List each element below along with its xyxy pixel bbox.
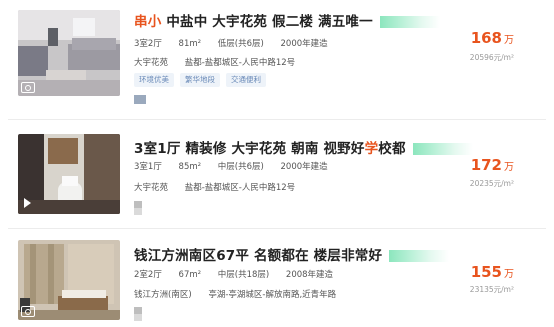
community-link[interactable]: 大宇花苑 xyxy=(134,56,168,68)
build-year: 2008年建造 xyxy=(285,270,334,280)
build-year: 2000年建造 xyxy=(280,39,328,49)
price-value: 155 xyxy=(470,263,502,281)
tag: 交通便利 xyxy=(226,73,266,87)
title-highlight: 学 xyxy=(364,141,379,157)
address-text: 亭湖-亭湖城区-解放南路,近青年路 xyxy=(208,290,337,300)
redacted-block xyxy=(134,201,142,215)
total-price: 155 万 xyxy=(471,262,514,281)
community-link[interactable]: 大宇花苑 xyxy=(134,181,168,193)
tag: 环境优美 xyxy=(134,73,174,87)
listing-location: 大宇花苑 盐都-盐都城区-人民中路12号 xyxy=(134,56,295,68)
floor-level: 低层(共6层) xyxy=(217,39,264,49)
listing-specs: 3室2厅 81m² 低层(共6层) 2000年建造 xyxy=(134,37,328,49)
photo-gallery-icon xyxy=(21,82,35,93)
room-layout: 2室2厅 xyxy=(134,270,162,280)
listing-title[interactable]: 钱江方洲南区67平 名额都在 楼层非常好 xyxy=(134,244,450,264)
title-highlight: 串小 xyxy=(134,14,162,30)
unit-price: 20235元/m² xyxy=(469,179,514,188)
divider xyxy=(8,228,546,229)
divider xyxy=(8,119,546,120)
listing-specs: 3室1厅 85m² 中层(共6层) 2000年建造 xyxy=(134,160,328,172)
floor-level: 中层(共6层) xyxy=(217,162,264,172)
title-text: 中盐中 大宇花苑 假二楼 满五唯一 xyxy=(166,14,373,30)
listing-title[interactable]: 串小 中盐中 大宇花苑 假二楼 满五唯一 xyxy=(134,10,440,30)
listing-specs: 2室2厅 67m² 中层(共18层) 2008年建造 xyxy=(134,268,333,280)
build-year: 2000年建造 xyxy=(280,162,328,172)
tag: 繁华地段 xyxy=(180,73,220,87)
address-text: 盐都-盐都城区-人民中路12号 xyxy=(184,183,296,193)
video-play-icon xyxy=(24,198,31,208)
listing-photo[interactable] xyxy=(18,10,120,96)
price-value: 168 xyxy=(470,29,502,47)
listing-photo[interactable] xyxy=(18,134,120,214)
photo-gallery-icon xyxy=(21,306,35,317)
listing-location: 钱江方洲(南区) 亭湖-亭湖城区-解放南路,近青年路 xyxy=(134,288,336,300)
bathroom-photo xyxy=(18,134,120,214)
total-price: 168 万 xyxy=(471,28,514,47)
floor-area: 85m² xyxy=(178,162,202,172)
total-price: 172 万 xyxy=(471,155,514,174)
floor-area: 67m² xyxy=(178,270,202,280)
redacted-block xyxy=(134,307,142,321)
floor-level: 中层(共18层) xyxy=(217,270,270,280)
title-text: 钱江方洲南区67平 名额都在 楼层非常好 xyxy=(134,248,383,264)
redacted-text xyxy=(379,16,440,28)
listing-photo[interactable] xyxy=(18,240,120,320)
redacted-text xyxy=(412,143,473,155)
title-text-tail: 校都 xyxy=(378,141,406,157)
title-text: 3室1厅 精装修 大宇花苑 朝南 视野好 xyxy=(134,141,365,157)
listing-location: 大宇花苑 盐都-盐都城区-人民中路12号 xyxy=(134,181,295,193)
agent-avatar[interactable] xyxy=(134,95,146,104)
community-link[interactable]: 钱江方洲(南区) xyxy=(134,288,192,300)
floor-area: 81m² xyxy=(178,39,202,49)
unit-price: 20596元/m² xyxy=(469,53,514,62)
price-unit: 万 xyxy=(504,35,514,46)
unit-price: 23135元/m² xyxy=(469,285,514,294)
listing-title[interactable]: 3室1厅 精装修 大宇花苑 朝南 视野好学校都 xyxy=(134,137,473,157)
room-layout: 3室1厅 xyxy=(134,162,162,172)
price-unit: 万 xyxy=(504,162,514,173)
address-text: 盐都-盐都城区-人民中路12号 xyxy=(184,58,296,68)
redacted-text xyxy=(389,250,450,262)
feature-tags: 环境优美 繁华地段 交通便利 xyxy=(134,73,266,87)
price-unit: 万 xyxy=(504,269,514,280)
room-layout: 3室2厅 xyxy=(134,39,162,49)
price-value: 172 xyxy=(470,156,502,174)
